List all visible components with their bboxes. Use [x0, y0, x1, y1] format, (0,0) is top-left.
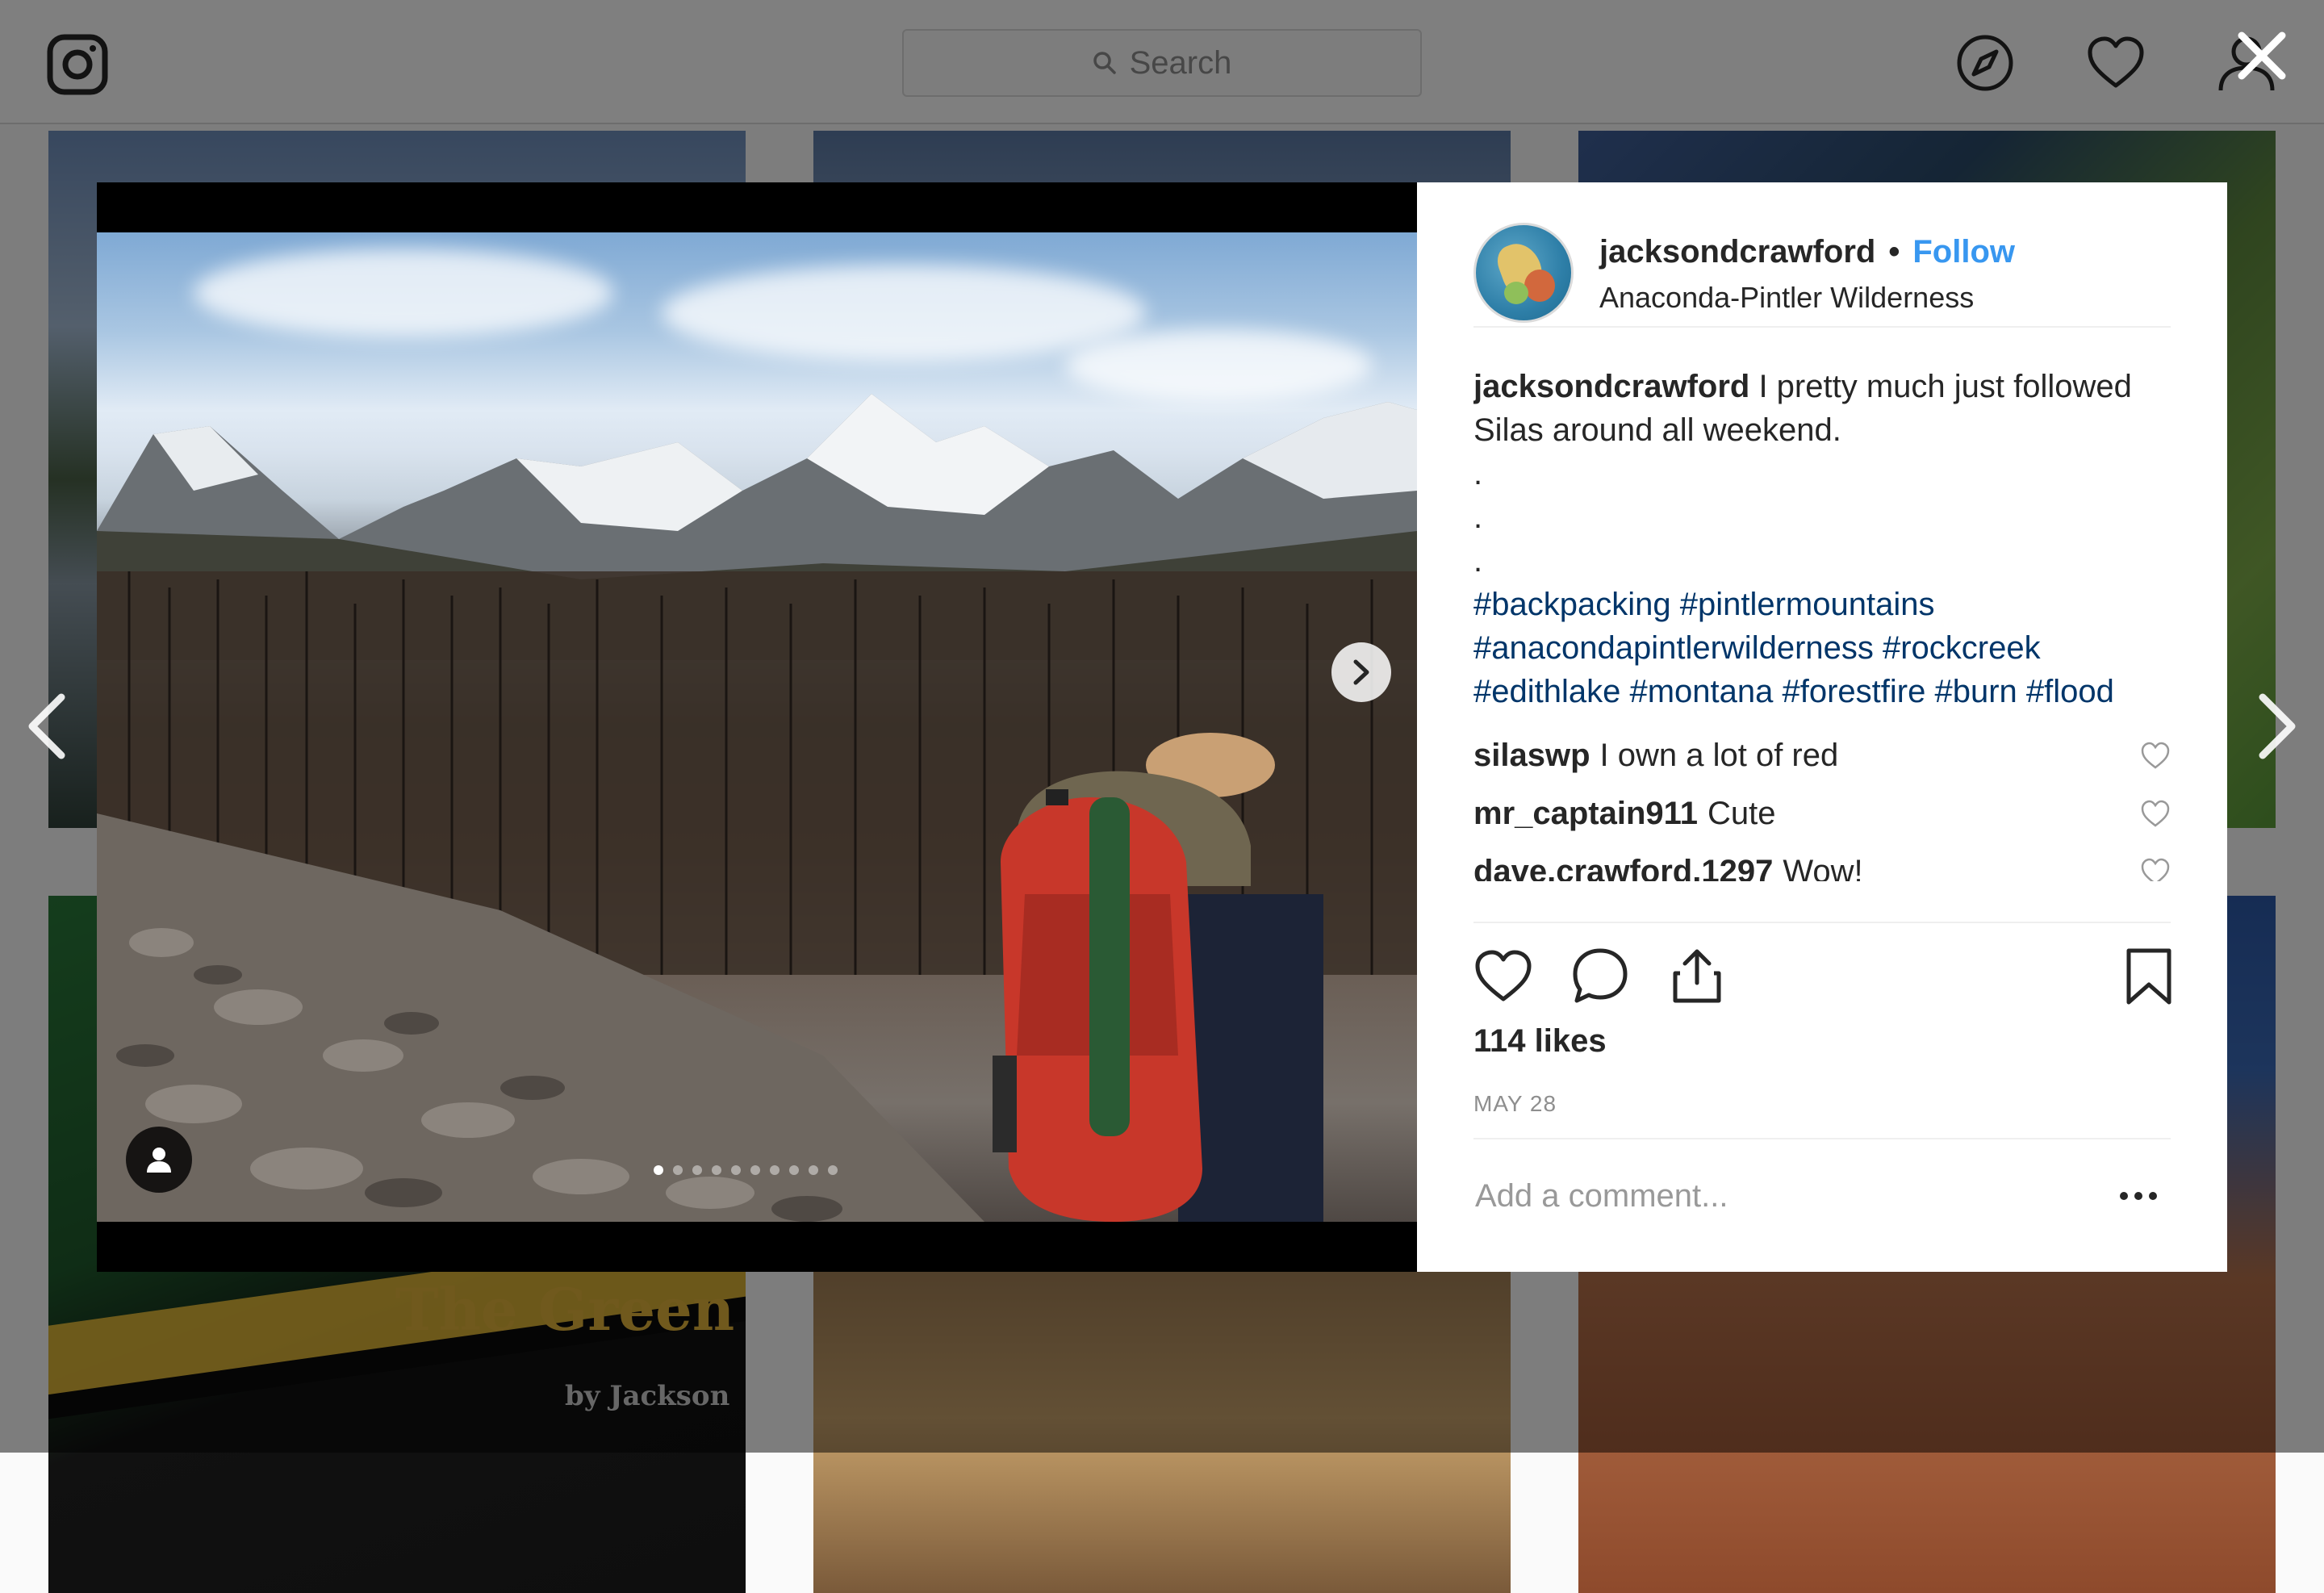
avatar-graphic	[1524, 270, 1555, 302]
share-icon[interactable]	[1667, 946, 1727, 1006]
comment-text: Wow!	[1783, 854, 1863, 881]
comment-item: dave.crawford.1297 Wow!	[1473, 842, 2171, 881]
cloud-shape	[662, 265, 1146, 362]
separator: •	[1888, 234, 1900, 270]
carousel-next-button[interactable]	[1331, 642, 1391, 702]
post-location[interactable]: Anaconda-Pintler Wilderness	[1599, 281, 1974, 315]
cloud-shape	[194, 249, 613, 337]
post-photo[interactable]	[97, 232, 1417, 1222]
post-author-username[interactable]: jacksondcrawford	[1599, 234, 1875, 270]
caption-username[interactable]: jacksondcrawford	[1473, 369, 1749, 404]
comment-item: silaswp I own a lot of red	[1473, 726, 2171, 784]
username-row: jacksondcrawford • Follow	[1599, 234, 2015, 270]
comment-bubble-icon[interactable]	[1570, 946, 1630, 1006]
post-actions	[1473, 922, 2171, 1010]
post-header: jacksondcrawford • Follow Anaconda-Pintl…	[1473, 223, 2171, 328]
carousel-dot	[673, 1165, 683, 1175]
add-comment-section	[1473, 1138, 2171, 1243]
post-media	[97, 182, 1417, 1272]
carousel-dot	[712, 1165, 721, 1175]
avatar[interactable]	[1473, 223, 1574, 323]
post-modal: jacksondcrawford • Follow Anaconda-Pintl…	[97, 182, 2227, 1272]
follow-button[interactable]: Follow	[1912, 234, 2015, 270]
comment-like-icon[interactable]	[2140, 799, 2171, 828]
avatar-graphic	[1504, 282, 1528, 304]
comment-username[interactable]: dave.crawford.1297	[1473, 850, 1773, 881]
post-details-panel: jacksondcrawford • Follow Anaconda-Pintl…	[1417, 182, 2227, 1272]
bookmark-icon[interactable]	[2119, 946, 2179, 1006]
like-heart-icon[interactable]	[1473, 946, 1533, 1006]
carousel-dot	[828, 1165, 838, 1175]
carousel-dot	[809, 1165, 818, 1175]
more-dots-icon[interactable]	[2114, 1180, 2163, 1212]
chevron-right-icon[interactable]	[2251, 692, 2300, 760]
carousel-dot	[789, 1165, 799, 1175]
comment-text: I own a lot of red	[1599, 738, 1839, 773]
carousel-indicator	[654, 1165, 838, 1175]
comment-item: mr_captain911 Cute	[1473, 784, 2171, 842]
comment-username[interactable]: silaswp	[1473, 734, 1590, 777]
caption-dot: .	[1473, 543, 1483, 579]
comment-like-icon[interactable]	[2140, 741, 2171, 770]
carousel-dot	[770, 1165, 780, 1175]
add-comment-input[interactable]	[1473, 1172, 2087, 1220]
likes-count[interactable]: 114 likes	[1473, 1023, 1607, 1060]
hiker-with-backpack	[993, 733, 1323, 1222]
comment-like-icon[interactable]	[2140, 857, 2171, 881]
tagged-users-button[interactable]	[126, 1127, 192, 1193]
post-date: MAY 28	[1473, 1091, 1557, 1116]
post-caption: jacksondcrawford I pretty much just foll…	[1473, 365, 2171, 713]
carousel-dot	[692, 1165, 702, 1175]
chevron-left-icon[interactable]	[24, 692, 73, 760]
user-tag-icon	[147, 1148, 171, 1173]
comments-section: jacksondcrawford I pretty much just foll…	[1473, 365, 2171, 881]
comment-username[interactable]: mr_captain911	[1473, 792, 1698, 835]
carousel-dot	[750, 1165, 760, 1175]
caption-dot: .	[1473, 456, 1483, 491]
caption-hashtags[interactable]: #backpacking #pintlermountains #anaconda…	[1473, 583, 2171, 713]
close-icon[interactable]	[2234, 27, 2290, 84]
carousel-dot	[654, 1165, 663, 1175]
caption-dot: .	[1473, 500, 1483, 535]
comment-text: Cute	[1707, 796, 1776, 831]
chevron-right-icon	[1353, 659, 1369, 685]
carousel-dot	[731, 1165, 741, 1175]
